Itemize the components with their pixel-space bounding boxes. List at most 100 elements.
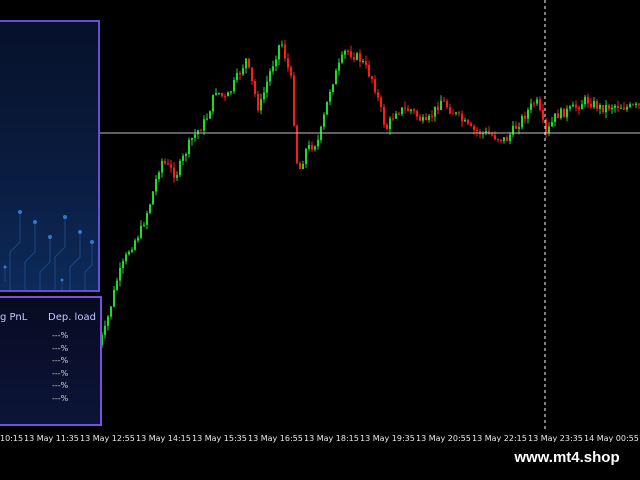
time-axis-label: 13 May 15:35: [192, 434, 247, 443]
candle-body: [212, 94, 214, 112]
candle-body: [509, 134, 511, 141]
candle-body: [368, 64, 370, 77]
candle-body: [314, 146, 316, 150]
candle-body: [218, 92, 220, 94]
candle-body: [383, 107, 385, 125]
indicator-panel-graphic: [0, 20, 100, 292]
candle-body: [605, 105, 607, 113]
candle-body: [317, 139, 319, 147]
candle-body: [263, 92, 265, 100]
time-axis-label: 13 May 16:55: [248, 434, 303, 443]
candle-body: [539, 99, 541, 110]
candle-body: [143, 224, 145, 226]
candle-body: [179, 160, 181, 176]
candle-body: [251, 67, 253, 82]
candle-body: [194, 134, 196, 139]
candles: [98, 39, 640, 348]
candle-body: [530, 103, 532, 110]
candle-body: [506, 137, 508, 141]
candle-body: [308, 145, 310, 149]
candle-body: [566, 108, 568, 118]
candle-body: [623, 107, 625, 110]
candle-body: [497, 139, 499, 141]
candle-body: [158, 172, 160, 180]
candle-body: [569, 106, 571, 109]
candle-body: [560, 108, 562, 119]
candle-body: [380, 97, 382, 108]
candle-body: [596, 101, 598, 109]
candle-body: [215, 93, 217, 95]
candle-body: [527, 109, 529, 119]
candle-body: [221, 92, 223, 96]
candle-body: [260, 99, 262, 111]
candle-body: [353, 57, 355, 60]
candle-body: [164, 160, 166, 164]
candle-body: [446, 101, 448, 108]
candle-body: [455, 112, 457, 114]
pnl-column-header: g PnL: [0, 312, 28, 323]
candle-body: [281, 44, 283, 46]
candle-body: [242, 68, 244, 75]
time-axis-label: 13 May 11:35: [24, 434, 79, 443]
candle-body: [425, 117, 427, 121]
candle-body: [155, 179, 157, 192]
time-axis-label: 13 May 12:55: [80, 434, 135, 443]
candle-body: [326, 101, 328, 115]
candle-body: [584, 96, 586, 105]
candle-body: [590, 103, 592, 108]
candle-body: [140, 225, 142, 238]
candle-body: [173, 167, 175, 178]
time-axis-label: 10:15: [0, 434, 24, 443]
candle-body: [239, 73, 241, 75]
time-axis-label: 13 May 18:15: [304, 434, 359, 443]
dep-load-value: ---%: [52, 368, 69, 378]
candle-body: [632, 104, 634, 106]
dep-load-value: ---%: [52, 356, 69, 366]
candle-body: [290, 67, 292, 76]
candle-body: [449, 107, 451, 114]
candle-body: [152, 191, 154, 205]
dep-load-value: ---%: [52, 393, 69, 403]
candle-body: [431, 115, 433, 117]
candle-body: [347, 50, 349, 52]
candle-body: [578, 107, 580, 110]
candle-body: [608, 105, 610, 110]
candle-body: [470, 123, 472, 127]
circuit-board-graphic: [3, 210, 94, 290]
dep-load-value: ---%: [52, 343, 69, 353]
candle-body: [491, 134, 493, 136]
candle-body: [272, 66, 274, 72]
candle-body: [617, 105, 619, 108]
candle-body: [236, 73, 238, 81]
candle-body: [176, 175, 178, 178]
candle-body: [428, 115, 430, 121]
candle-body: [302, 163, 304, 170]
candle-body: [167, 163, 169, 165]
candle-body: [233, 80, 235, 92]
candle-body: [311, 145, 313, 150]
dep-load-value: ---%: [52, 331, 69, 340]
watermark-logo: www.mt4.shop: [494, 442, 640, 472]
candle-body: [443, 100, 445, 102]
candle-body: [209, 111, 211, 119]
candle-body: [287, 58, 289, 68]
stats-panel: g PnL Dep. load ---% ---% ---% ---% ---%…: [0, 296, 102, 426]
candle-body: [389, 118, 391, 130]
candle-body: [146, 213, 148, 225]
candle-body: [500, 139, 502, 141]
dep-load-column-header: Dep. load: [48, 312, 96, 323]
candle-body: [365, 61, 367, 65]
candle-body: [284, 44, 286, 59]
candle-body: [191, 138, 193, 140]
candle-body: [416, 111, 418, 117]
candle-body: [224, 95, 226, 97]
time-axis-label: 13 May 14:15: [136, 434, 191, 443]
candle-body: [542, 109, 544, 120]
candle-body: [338, 62, 340, 71]
candle-body: [185, 154, 187, 156]
candle-body: [182, 155, 184, 161]
candle-body: [350, 51, 352, 58]
candle-body: [230, 91, 232, 93]
candle-body: [227, 92, 229, 97]
candle-body: [515, 125, 517, 129]
